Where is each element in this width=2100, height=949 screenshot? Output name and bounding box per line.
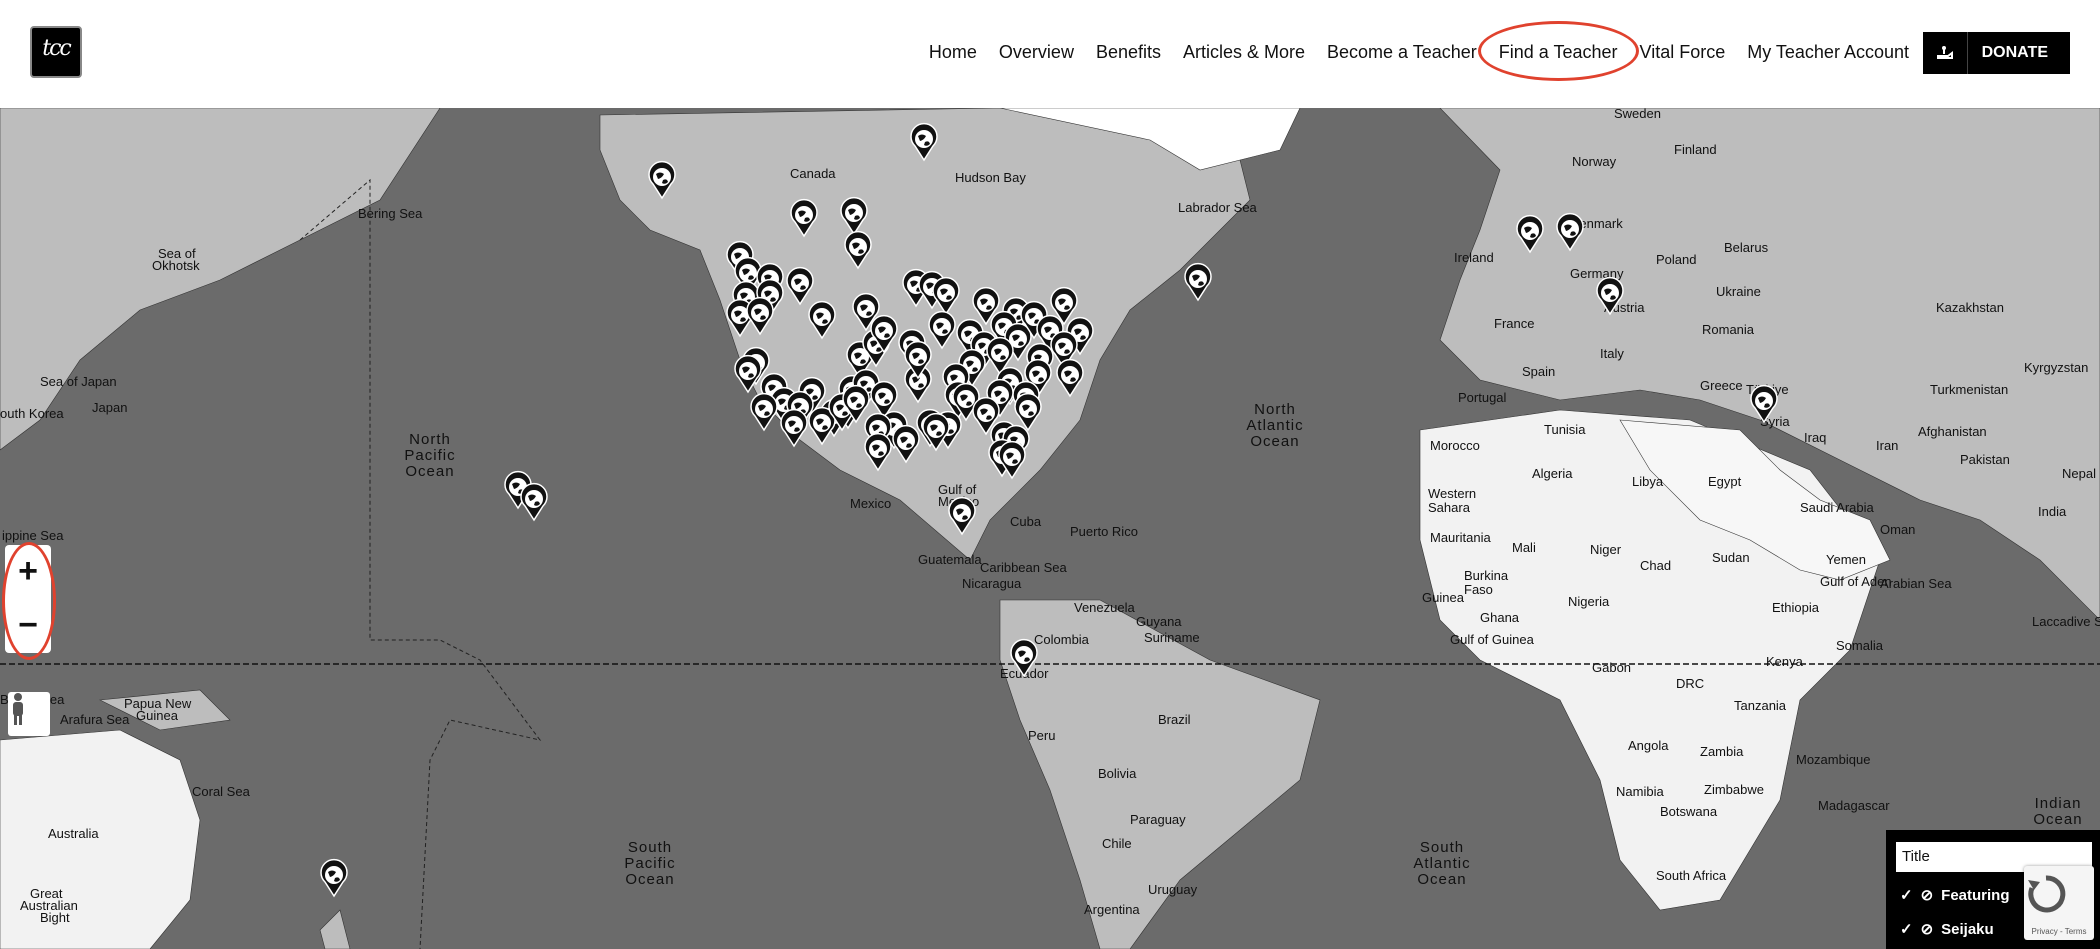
teacher-marker[interactable]	[864, 432, 892, 472]
teacher-marker[interactable]	[840, 196, 868, 236]
terms-link[interactable]: Terms	[2065, 927, 2087, 936]
logo-text: tcc	[42, 36, 71, 61]
nav-become-teacher[interactable]: Become a Teacher	[1316, 42, 1488, 63]
pegman-icon[interactable]	[8, 692, 50, 736]
privacy-link[interactable]: Privacy	[2032, 927, 2058, 936]
teacher-marker[interactable]	[1184, 262, 1212, 302]
marker-layer	[320, 122, 1778, 898]
teacher-marker[interactable]	[948, 496, 976, 536]
teacher-marker[interactable]	[1010, 638, 1038, 678]
teacher-marker[interactable]	[734, 354, 762, 394]
check-icon: ✓	[1900, 921, 1913, 938]
teacher-marker[interactable]	[910, 122, 938, 162]
teacher-marker[interactable]	[844, 230, 872, 270]
teacher-marker[interactable]	[1750, 384, 1778, 424]
legend-item-featuring[interactable]: ✓ ⊘ Featuring	[1900, 886, 2010, 905]
teacher-marker[interactable]	[808, 300, 836, 340]
teacher-marker[interactable]	[932, 276, 960, 316]
teacher-marker[interactable]	[1014, 392, 1042, 432]
teacher-marker[interactable]	[1056, 358, 1084, 398]
donate-button[interactable]: DONATE	[1922, 32, 2070, 74]
recaptcha-icon	[2028, 875, 2066, 913]
legend-item-seijaku[interactable]: ✓ ⊘ Seijaku	[1900, 920, 1994, 939]
teacher-marker[interactable]	[746, 296, 774, 336]
teacher-map[interactable]: North Pacific Ocean South Pacific Ocean …	[0, 108, 2100, 949]
nav-vital-force[interactable]: Vital Force	[1629, 42, 1737, 63]
check-icon: ✓	[1900, 887, 1913, 904]
teacher-marker[interactable]	[1516, 214, 1544, 254]
teacher-marker[interactable]	[780, 408, 808, 448]
nav-find-teacher[interactable]: Find a Teacher	[1477, 21, 1639, 81]
teacher-marker[interactable]	[520, 482, 548, 522]
nav-benefits[interactable]: Benefits	[1085, 42, 1172, 63]
teacher-marker[interactable]	[648, 160, 676, 200]
nav-overview[interactable]: Overview	[988, 42, 1085, 63]
teacher-marker[interactable]	[928, 310, 956, 350]
nav-home[interactable]: Home	[918, 42, 988, 63]
main-nav: Home Overview Benefits Articles & More B…	[918, 21, 1920, 81]
teacher-marker[interactable]	[786, 266, 814, 306]
nav-teacher-account[interactable]: My Teacher Account	[1736, 42, 1920, 63]
teacher-marker[interactable]	[1556, 212, 1584, 252]
donate-hand-icon	[1923, 32, 1968, 74]
site-header: tcc Home Overview Benefits Articles & Mo…	[0, 0, 2100, 108]
zoom-highlight-ring	[2, 542, 56, 660]
nav-articles[interactable]: Articles & More	[1172, 42, 1316, 63]
marker-small-icon: ⊘	[1920, 887, 1934, 904]
teacher-marker[interactable]	[750, 392, 778, 432]
marker-small-icon: ⊘	[1920, 921, 1934, 938]
teacher-marker[interactable]	[1596, 276, 1624, 316]
teacher-marker[interactable]	[892, 424, 920, 464]
teacher-marker[interactable]	[790, 198, 818, 238]
donate-label: DONATE	[1981, 44, 2048, 61]
teacher-marker[interactable]	[320, 858, 348, 898]
site-logo[interactable]: tcc	[30, 26, 82, 78]
recaptcha-badge[interactable]: Privacy - Terms	[2024, 866, 2094, 940]
